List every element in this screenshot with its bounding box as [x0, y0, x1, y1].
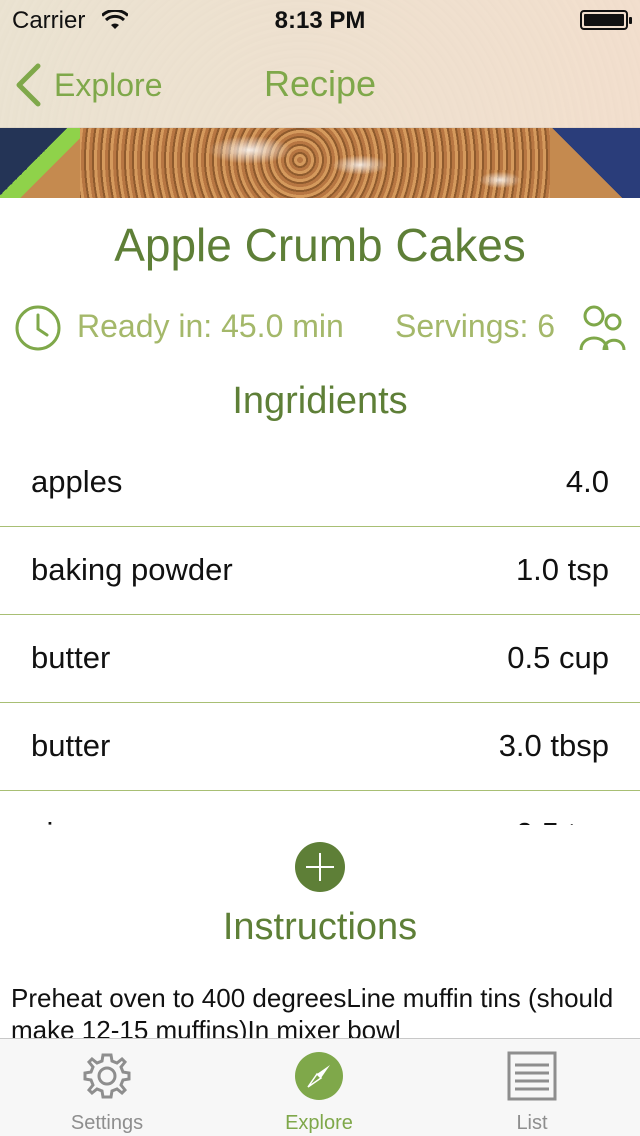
tab-explore[interactable]: Explore	[239, 1039, 399, 1136]
clock-time: 8:13 PM	[274, 7, 366, 34]
gear-icon	[83, 1053, 131, 1099]
hero-image-cup-left	[0, 128, 80, 198]
ingredient-quantity: 4.0	[565, 464, 609, 499]
ingredient-name: butter	[31, 728, 111, 763]
tab-explore-label: Explore	[285, 1112, 353, 1134]
tab-bar: Settings Explore List	[0, 1038, 640, 1136]
ingredients-heading: Ingridients	[232, 380, 408, 422]
ingredient-row[interactable]: butter 0.5 cup	[0, 615, 640, 703]
ingredient-name: butter	[31, 640, 111, 675]
recipe-meta: Ready in: 45.0 min Servings: 6	[0, 300, 640, 356]
ingredient-row[interactable]: baking powder 1.0 tsp	[0, 527, 640, 615]
clock-icon	[15, 305, 61, 351]
hero-image-cup-right	[550, 128, 640, 198]
recipe-title: Apple Crumb Cakes	[114, 219, 526, 271]
list-icon	[507, 1051, 557, 1101]
ingredient-name: cinnamon	[31, 816, 165, 825]
instructions-heading: Instructions	[222, 906, 418, 948]
tab-list[interactable]: List	[452, 1039, 612, 1136]
ingredient-quantity: 0.5 tsp	[516, 816, 609, 825]
ingredient-quantity: 3.0 tbsp	[498, 728, 609, 763]
tab-list-label: List	[516, 1112, 548, 1134]
ingredient-name: baking powder	[31, 552, 233, 587]
servings-count: Servings: 6	[395, 308, 556, 344]
ingredient-name: apples	[31, 464, 123, 499]
tab-settings[interactable]: Settings	[27, 1039, 187, 1136]
tab-settings-label: Settings	[70, 1112, 144, 1134]
ready-in-time: Ready in: 45.0 min	[77, 308, 344, 344]
ingredient-quantity: 1.0 tsp	[515, 552, 609, 587]
ingredients-list[interactable]: apples 4.0 baking powder 1.0 tsp butter …	[0, 439, 640, 825]
ingredient-quantity: 0.5 cup	[507, 640, 609, 675]
people-icon	[579, 305, 626, 351]
instructions-text: Preheat oven to 400 degreesLine muffin t…	[11, 983, 614, 1038]
add-to-list-button[interactable]	[295, 842, 345, 892]
nav-title: Recipe	[263, 63, 377, 104]
ingredient-row[interactable]: cinnamon 0.5 tsp	[0, 791, 640, 825]
status-bar: Carrier 8:13 PM	[0, 0, 640, 40]
compass-icon	[295, 1052, 343, 1100]
ingredient-row[interactable]: apples 4.0	[0, 439, 640, 527]
ingredient-row[interactable]: butter 3.0 tbsp	[0, 703, 640, 791]
battery-icon	[580, 10, 632, 30]
